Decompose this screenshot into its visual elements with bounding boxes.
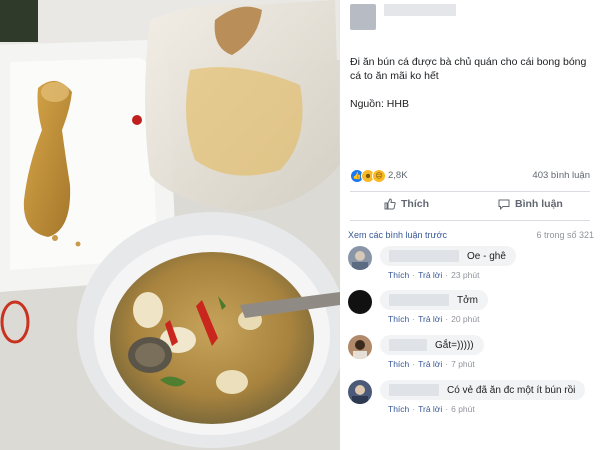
- like-button[interactable]: Thích: [384, 198, 429, 210]
- comment-time[interactable]: 7 phút: [451, 359, 475, 369]
- comment-like-link[interactable]: Thích: [388, 359, 409, 369]
- comment-time[interactable]: 6 phút: [451, 404, 475, 414]
- avatar[interactable]: [348, 290, 372, 314]
- post-source: Nguồn: HHB: [350, 98, 409, 110]
- sad-icon: ☹: [372, 169, 386, 183]
- comment-button[interactable]: Bình luận: [498, 198, 563, 210]
- post-photo[interactable]: [0, 0, 340, 450]
- comment-actions: Thích · Trả lời · 20 phút: [388, 314, 480, 324]
- avatar[interactable]: [348, 380, 372, 404]
- comment-icon: [498, 199, 510, 210]
- post-actions: Thích Bình luận: [350, 196, 590, 216]
- comment-like-link[interactable]: Thích: [388, 270, 409, 280]
- comment-reply-link[interactable]: Trả lời: [418, 314, 442, 324]
- comment-button-label: Bình luận: [515, 198, 563, 210]
- comment-reply-link[interactable]: Trả lời: [418, 359, 442, 369]
- comment-bubble: Oe - ghê: [380, 246, 516, 266]
- comment-bubble: Có vẻ đã ăn đc một ít bún rồi: [380, 380, 586, 400]
- poster-name-redacted[interactable]: [384, 4, 456, 16]
- thumbs-up-icon: [384, 198, 396, 210]
- comment-time[interactable]: 23 phút: [451, 270, 479, 280]
- comment-like-link[interactable]: Thích: [388, 314, 409, 324]
- avatar-image: [348, 246, 372, 270]
- comment-like-link[interactable]: Thích: [388, 404, 409, 414]
- avatar[interactable]: [348, 335, 372, 359]
- view-previous-comments-link[interactable]: Xem các bình luận trước: [348, 230, 447, 240]
- comment-time[interactable]: 20 phút: [451, 314, 479, 324]
- commenter-name-redacted[interactable]: [389, 339, 427, 351]
- avatar-image: [348, 380, 372, 404]
- comment-text: Tởm: [457, 294, 478, 306]
- comment-text: Có vẻ đã ăn đc một ít bún rồi: [447, 384, 576, 396]
- comment-text: Gắt=))))): [435, 339, 474, 351]
- comments-count-label: 6 trong số 321: [536, 230, 594, 240]
- divider: [350, 220, 590, 221]
- commenter-name-redacted[interactable]: [389, 294, 449, 306]
- comment-actions: Thích · Trả lời · 6 phút: [388, 404, 475, 414]
- commenter-name-redacted[interactable]: [389, 384, 439, 396]
- poster-avatar[interactable]: [350, 4, 376, 30]
- comment-actions: Thích · Trả lời · 23 phút: [388, 270, 480, 280]
- comment-reply-link[interactable]: Trả lời: [418, 270, 442, 280]
- comment-bubble: Gắt=))))): [380, 335, 484, 355]
- post-panel: Đi ăn bún cá được bà chủ quán cho cái bo…: [340, 0, 600, 450]
- photo-illustration: [0, 0, 340, 450]
- comment-count[interactable]: 403 bình luận: [532, 170, 590, 181]
- avatar-image: [348, 290, 372, 314]
- comment-text: Oe - ghê: [467, 250, 506, 262]
- avatar[interactable]: [348, 246, 372, 270]
- comment-actions: Thích · Trả lời · 7 phút: [388, 359, 475, 369]
- avatar-image: [348, 335, 372, 359]
- comment-reply-link[interactable]: Trả lời: [418, 404, 442, 414]
- reaction-summary: 👍 ☻ ☹ 2,8K 403 bình luận: [350, 169, 590, 183]
- commenter-name-redacted[interactable]: [389, 250, 459, 262]
- reaction-count[interactable]: 2,8K: [388, 170, 408, 181]
- like-button-label: Thích: [401, 198, 429, 210]
- reaction-icons[interactable]: 👍 ☻ ☹: [350, 169, 386, 183]
- comment-bubble: Tởm: [380, 290, 488, 310]
- post-text: Đi ăn bún cá được bà chủ quán cho cái bo…: [350, 56, 587, 82]
- divider: [350, 191, 590, 192]
